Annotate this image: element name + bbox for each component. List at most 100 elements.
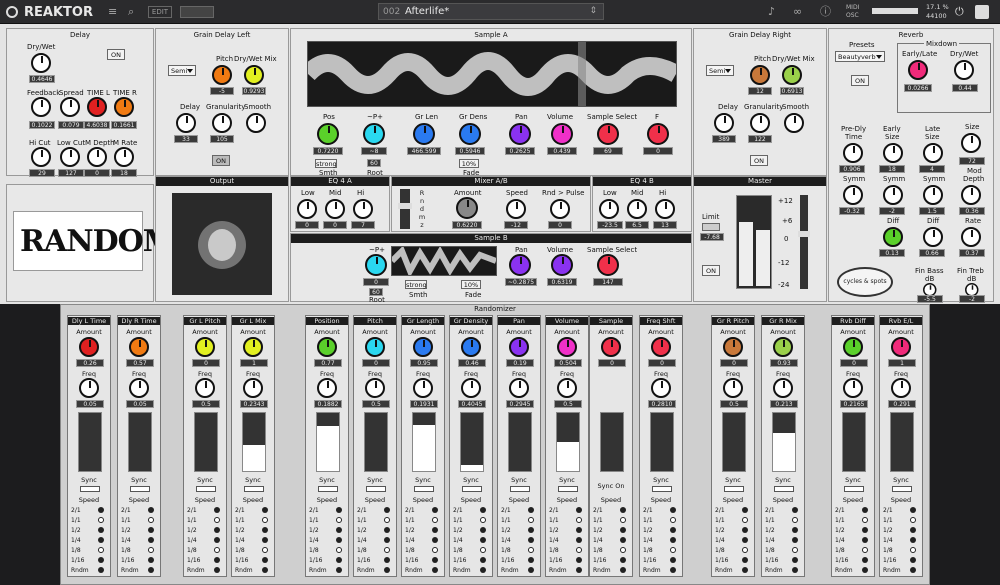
rz-rate-radio[interactable] [148, 557, 154, 563]
rz-rate-radio[interactable] [862, 547, 868, 553]
rz-fader[interactable] [508, 412, 532, 472]
sb-pan-knob[interactable] [509, 254, 531, 276]
reverb-on-button[interactable]: ON [851, 75, 869, 86]
rz-rate-radio[interactable] [576, 507, 582, 513]
rz-rate-radio[interactable] [792, 557, 798, 563]
sa-f-knob[interactable] [647, 123, 669, 145]
sb-vol-knob[interactable] [551, 254, 573, 276]
rz-rate-radio[interactable] [742, 517, 748, 523]
rz-rate-radio[interactable] [98, 527, 104, 533]
rz-rate-radio[interactable] [670, 537, 676, 543]
rz-rate-radio[interactable] [384, 527, 390, 533]
eqa-mid-knob[interactable] [325, 199, 345, 219]
rz-rate-radio[interactable] [98, 507, 104, 513]
rz-rate-radio[interactable] [214, 517, 220, 523]
rz-rate-radio[interactable] [384, 557, 390, 563]
rz-fader[interactable] [316, 412, 340, 472]
sa-pct-button[interactable]: 10% [459, 159, 479, 168]
rz-rate-radio[interactable] [148, 507, 154, 513]
rz-rate-radio[interactable] [214, 547, 220, 553]
mixer-fader[interactable] [398, 189, 412, 229]
sa-grlen-knob[interactable] [413, 123, 435, 145]
gdr-smooth-knob[interactable] [784, 113, 804, 133]
rz-sync-toggle[interactable] [844, 486, 864, 492]
eqb-hi-knob[interactable] [655, 199, 675, 219]
rz-amount-knob[interactable] [557, 337, 577, 357]
rz-rate-radio[interactable] [480, 517, 486, 523]
rz-rate-radio[interactable] [148, 517, 154, 523]
rz-rate-radio[interactable] [336, 507, 342, 513]
symm2-knob[interactable] [883, 185, 903, 205]
rz-rate-radio[interactable] [336, 567, 342, 573]
rz-rate-radio[interactable] [792, 507, 798, 513]
rz-amount-knob[interactable] [843, 337, 863, 357]
rz-rate-radio[interactable] [910, 557, 916, 563]
rz-rate-radio[interactable] [336, 527, 342, 533]
gdl-on-button[interactable]: ON [212, 155, 230, 166]
mixer-rnd-knob[interactable] [550, 199, 570, 219]
rz-freq-knob[interactable] [317, 378, 337, 398]
rz-rate-radio[interactable] [384, 537, 390, 543]
rz-freq-knob[interactable] [891, 378, 911, 398]
rz-rate-radio[interactable] [432, 537, 438, 543]
rz-sync-toggle[interactable] [724, 486, 744, 492]
gdl-mix-knob[interactable] [244, 65, 264, 85]
rz-rate-radio[interactable] [576, 547, 582, 553]
rz-rate-radio[interactable] [384, 547, 390, 553]
rz-sync-toggle[interactable] [366, 486, 386, 492]
rz-rate-radio[interactable] [792, 527, 798, 533]
gdl-pitch-knob[interactable] [212, 65, 232, 85]
rz-rate-radio[interactable] [262, 527, 268, 533]
rz-freq-knob[interactable] [79, 378, 99, 398]
rz-freq-knob[interactable] [461, 378, 481, 398]
rz-rate-radio[interactable] [480, 547, 486, 553]
rz-rate-radio[interactable] [862, 567, 868, 573]
rz-rate-radio[interactable] [336, 517, 342, 523]
timer-knob[interactable] [114, 97, 134, 117]
rz-sync-toggle[interactable] [558, 486, 578, 492]
eqb-low-knob[interactable] [599, 199, 619, 219]
rz-freq-knob[interactable] [557, 378, 577, 398]
rz-rate-radio[interactable] [576, 557, 582, 563]
rz-sync-toggle[interactable] [774, 486, 794, 492]
dw-knob[interactable] [954, 60, 974, 80]
rz-rate-radio[interactable] [670, 517, 676, 523]
rz-sync-toggle[interactable] [80, 486, 100, 492]
rz-rate-radio[interactable] [742, 527, 748, 533]
spread-knob[interactable] [60, 97, 80, 117]
rz-rate-radio[interactable] [670, 567, 676, 573]
rz-rate-radio[interactable] [98, 557, 104, 563]
rz-rate-radio[interactable] [670, 547, 676, 553]
rz-rate-radio[interactable] [862, 527, 868, 533]
rz-rate-radio[interactable] [262, 567, 268, 573]
rz-rate-radio[interactable] [862, 507, 868, 513]
rz-rate-radio[interactable] [670, 557, 676, 563]
rz-amount-knob[interactable] [723, 337, 743, 357]
size-knob[interactable] [961, 133, 981, 153]
rz-rate-radio[interactable] [336, 547, 342, 553]
limit-button[interactable] [702, 223, 720, 231]
eqa-hi-knob[interactable] [353, 199, 373, 219]
rz-sync-toggle[interactable] [130, 486, 150, 492]
rz-amount-knob[interactable] [243, 337, 263, 357]
diff1-knob[interactable] [883, 227, 903, 247]
rz-rate-radio[interactable] [384, 567, 390, 573]
rz-rate-radio[interactable] [262, 517, 268, 523]
rz-rate-radio[interactable] [480, 527, 486, 533]
rz-rate-radio[interactable] [576, 527, 582, 533]
rz-rate-radio[interactable] [148, 547, 154, 553]
rz-rate-radio[interactable] [214, 537, 220, 543]
rz-rate-radio[interactable] [98, 547, 104, 553]
sa-pan-knob[interactable] [509, 123, 531, 145]
sb-p-knob[interactable] [365, 254, 387, 276]
sb-pct-button[interactable]: 10% [461, 280, 481, 289]
rz-rate-radio[interactable] [262, 537, 268, 543]
rz-rate-radio[interactable] [480, 507, 486, 513]
rz-rate-radio[interactable] [148, 527, 154, 533]
rz-rate-radio[interactable] [528, 507, 534, 513]
rz-rate-radio[interactable] [262, 547, 268, 553]
rz-amount-knob[interactable] [413, 337, 433, 357]
el-knob[interactable] [908, 60, 928, 80]
rz-rate-radio[interactable] [528, 557, 534, 563]
rz-fader[interactable] [650, 412, 674, 472]
